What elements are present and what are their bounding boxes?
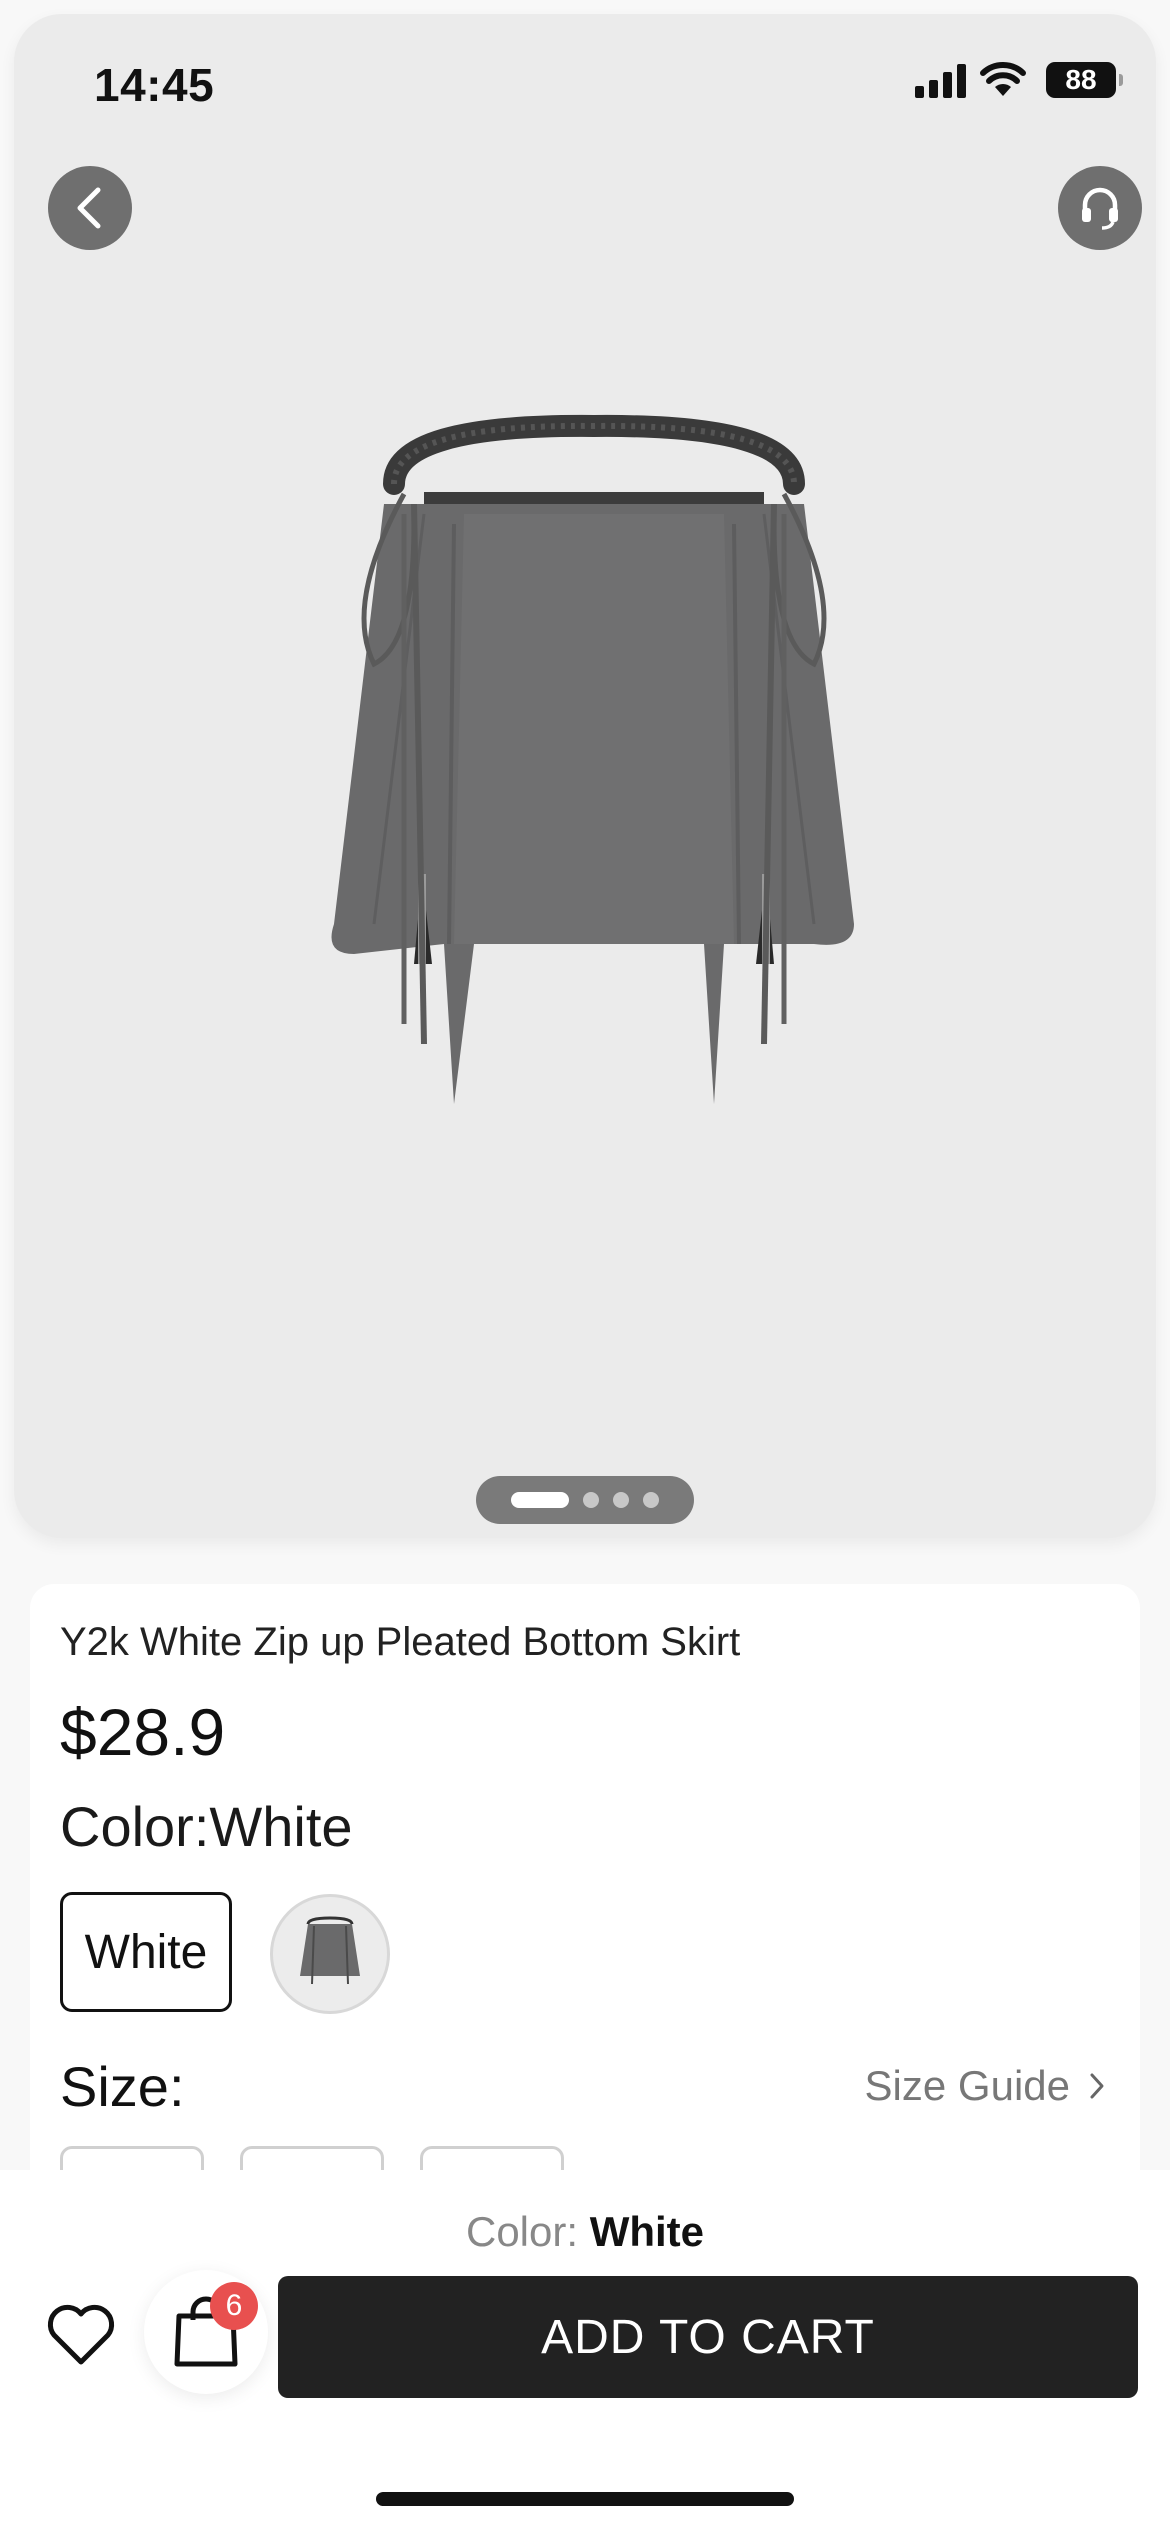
pager-dot[interactable] <box>583 1492 599 1508</box>
selected-color-summary: Color: White <box>0 2208 1170 2256</box>
add-to-cart-button[interactable]: ADD TO CART <box>278 2276 1138 2398</box>
home-indicator <box>376 2492 794 2506</box>
status-time: 14:45 <box>94 59 215 111</box>
gallery-pager[interactable] <box>476 1476 694 1524</box>
battery-icon: 88 <box>1046 62 1123 98</box>
back-button[interactable] <box>48 166 132 250</box>
wishlist-button[interactable] <box>44 2298 118 2372</box>
chevron-right-icon <box>1090 2073 1104 2099</box>
size-guide-label: Size Guide <box>864 2062 1070 2109</box>
product-gallery[interactable]: 14:45 88 <box>14 14 1156 1538</box>
cart-button[interactable]: 6 <box>144 2270 268 2394</box>
selected-color-value: White <box>589 2208 705 2255</box>
color-heading: Color:White <box>60 1795 353 1858</box>
customer-support-button[interactable] <box>1058 166 1142 250</box>
color-swatch-white[interactable]: White <box>60 1892 232 2012</box>
color-swatch-image[interactable] <box>270 1894 390 2014</box>
heart-icon <box>47 2304 115 2365</box>
skirt-thumbnail-icon <box>300 1916 360 1985</box>
chevron-left-icon <box>77 187 101 229</box>
pager-dot[interactable] <box>643 1492 659 1508</box>
status-icons: 88 <box>915 62 1123 98</box>
product-info-card: Y2k White Zip up Pleated Bottom Skirt $2… <box>30 1584 1140 2226</box>
product-price: $28.9 <box>60 1695 226 1769</box>
selected-color-prefix: Color: <box>465 2208 579 2255</box>
cart-count-badge: 6 <box>210 2282 258 2330</box>
size-guide-link[interactable]: Size Guide <box>865 2062 1106 2110</box>
bottom-action-bar: Color: White 6 ADD TO CART <box>0 2170 1170 2532</box>
signal-icon <box>915 62 966 98</box>
headset-icon <box>1082 187 1118 230</box>
size-label: Size: <box>60 2055 185 2118</box>
product-image <box>331 414 854 1104</box>
pager-dot-active[interactable] <box>511 1492 569 1508</box>
status-bar: 14:45 88 <box>14 14 1156 134</box>
product-title: Y2k White Zip up Pleated Bottom Skirt <box>60 1620 741 1664</box>
pager-dot[interactable] <box>613 1492 629 1508</box>
wifi-icon <box>980 62 1026 96</box>
